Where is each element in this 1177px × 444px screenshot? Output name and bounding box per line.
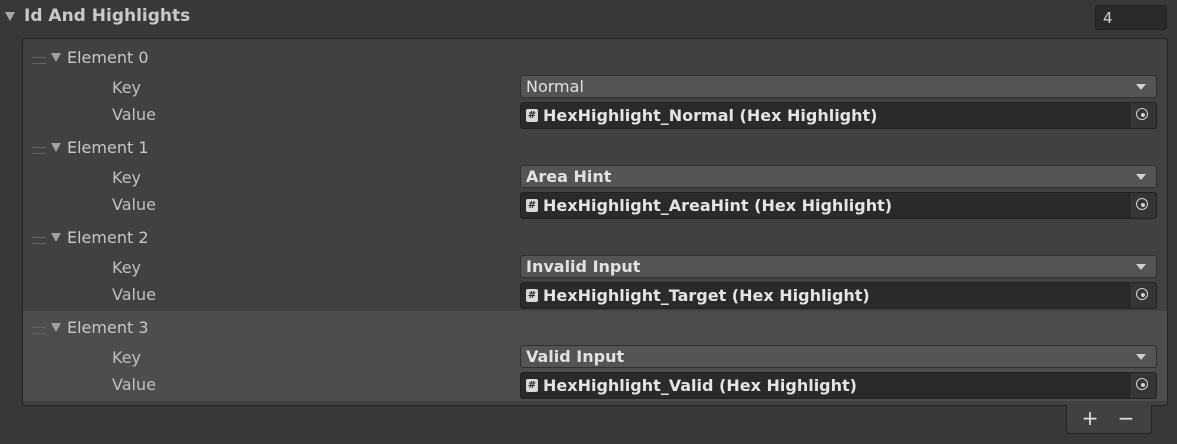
object-picker-button[interactable] (1129, 193, 1156, 218)
list-element[interactable]: Element 1 Key Value Area Hint # HexHighlight_… (23, 131, 1167, 221)
value-object-name: HexHighlight_Target (Hex Highlight) (543, 286, 870, 305)
value-object-field[interactable]: # HexHighlight_AreaHint (Hex Highlight) (520, 192, 1157, 219)
element-foldout-icon[interactable] (51, 53, 61, 62)
value-object-field[interactable]: # HexHighlight_Valid (Hex Highlight) (520, 372, 1157, 399)
key-dropdown[interactable]: Invalid Input (520, 255, 1157, 278)
drag-handle-icon[interactable] (32, 147, 46, 154)
key-dropdown[interactable]: Area Hint (520, 165, 1157, 188)
value-label: Value (112, 285, 156, 304)
key-label: Key (112, 348, 142, 367)
object-picker-dot (1140, 112, 1145, 117)
key-label: Key (112, 78, 142, 97)
drag-handle-icon[interactable] (32, 57, 46, 64)
object-picker-dot (1140, 292, 1145, 297)
element-foldout-icon[interactable] (51, 143, 61, 152)
value-object-name: HexHighlight_AreaHint (Hex Highlight) (543, 196, 893, 215)
script-hash-icon: # (526, 199, 538, 212)
script-hash-icon: # (526, 109, 538, 122)
list-element[interactable]: Element 2 Key Value Invalid Input # HexHighli… (23, 221, 1167, 311)
value-label: Value (112, 375, 156, 394)
key-dropdown-value: Area Hint (526, 167, 612, 186)
value-object-field[interactable]: # HexHighlight_Normal (Hex Highlight) (520, 102, 1157, 129)
foldout-arrow-icon[interactable] (5, 12, 15, 21)
object-picker-button[interactable] (1129, 103, 1156, 128)
element-foldout-icon[interactable] (51, 233, 61, 242)
chevron-down-icon (1136, 354, 1146, 360)
chevron-down-icon (1136, 174, 1146, 180)
element-label[interactable]: Element 0 (67, 48, 149, 67)
key-dropdown-value: Invalid Input (526, 257, 641, 276)
element-foldout-icon[interactable] (51, 323, 61, 332)
drag-handle-icon[interactable] (32, 327, 46, 334)
list-header: Id And Highlights 4 (0, 0, 1177, 36)
object-picker-dot (1140, 382, 1145, 387)
drag-handle-icon[interactable] (32, 237, 46, 244)
list-element[interactable]: Element 0 Key Value Normal # HexHighlight_Nor… (23, 41, 1167, 131)
object-picker-dot (1140, 202, 1145, 207)
element-label[interactable]: Element 3 (67, 318, 149, 337)
list-footer: + − (1066, 405, 1152, 434)
list-title[interactable]: Id And Highlights (24, 6, 190, 26)
value-object-field[interactable]: # HexHighlight_Target (Hex Highlight) (520, 282, 1157, 309)
chevron-down-icon (1136, 84, 1146, 90)
add-element-button[interactable]: + (1073, 405, 1107, 431)
list-element[interactable]: Element 3 Key Value Valid Input # HexHighligh… (23, 311, 1167, 401)
remove-element-button[interactable]: − (1109, 405, 1143, 431)
key-label: Key (112, 168, 142, 187)
key-dropdown-value: Normal (526, 77, 584, 96)
object-picker-button[interactable] (1129, 373, 1156, 398)
value-object-name: HexHighlight_Normal (Hex Highlight) (543, 106, 878, 125)
script-hash-icon: # (526, 379, 538, 392)
key-dropdown[interactable]: Normal (520, 75, 1157, 98)
key-dropdown-value: Valid Input (526, 347, 625, 366)
element-label[interactable]: Element 2 (67, 228, 149, 247)
value-object-name: HexHighlight_Valid (Hex Highlight) (543, 376, 857, 395)
chevron-down-icon (1136, 264, 1146, 270)
key-label: Key (112, 258, 142, 277)
element-label[interactable]: Element 1 (67, 138, 149, 157)
key-dropdown[interactable]: Valid Input (520, 345, 1157, 368)
reorderable-list: Element 0 Key Value Normal # HexHighlight_Nor… (22, 38, 1168, 406)
value-label: Value (112, 105, 156, 124)
value-label: Value (112, 195, 156, 214)
object-picker-button[interactable] (1129, 283, 1156, 308)
script-hash-icon: # (526, 289, 538, 302)
list-size-field[interactable]: 4 (1095, 5, 1167, 30)
